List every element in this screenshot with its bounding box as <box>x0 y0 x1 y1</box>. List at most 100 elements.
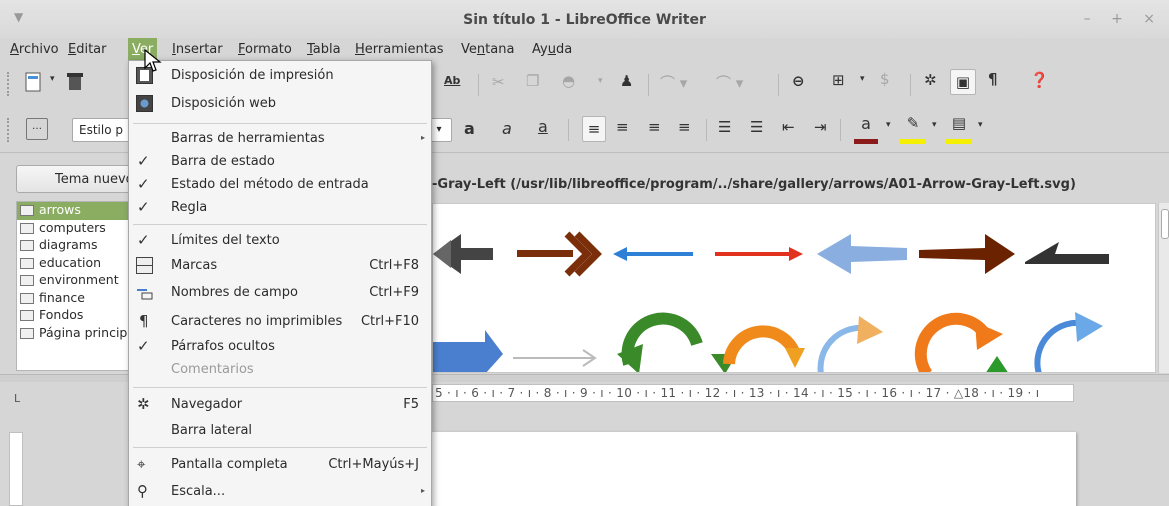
align-right-icon[interactable]: ≡ <box>648 118 661 136</box>
menu-status-bar[interactable]: ✓ Barra de estado <box>129 151 431 173</box>
menu-tabla[interactable]: Tabla <box>307 42 341 57</box>
menu-editar[interactable]: Editar <box>68 42 107 57</box>
separator <box>568 119 569 141</box>
paste-icon[interactable]: ◓ <box>562 72 575 90</box>
arrow-gray-left-thumb[interactable] <box>433 234 493 274</box>
styles-dialog-icon[interactable]: … <box>26 118 48 140</box>
menu-text-boundaries[interactable]: ✓ Límites del texto <box>129 230 431 252</box>
menu-toolbars[interactable]: Barras de herramientas ▸ <box>129 128 431 150</box>
table-dropdown-icon[interactable]: ▾ <box>860 74 865 84</box>
numbering-icon[interactable]: ☰ <box>718 118 731 136</box>
menu-archivo[interactable]: Archivo <box>10 42 59 57</box>
templates-icon[interactable] <box>66 72 84 96</box>
draw-functions-icon[interactable]: ✲ <box>924 71 937 89</box>
gallery-toggle-icon[interactable]: ▣ <box>950 69 976 95</box>
document-page[interactable] <box>432 432 1076 506</box>
help-icon[interactable]: ❓ <box>1030 71 1049 89</box>
arrow-red-right-thumb[interactable] <box>715 247 803 261</box>
theme-item[interactable]: education <box>17 255 129 273</box>
formatting-marks-icon[interactable]: ¶ <box>988 70 998 88</box>
arrow-lightblue-left-thumb[interactable] <box>817 234 907 274</box>
paste-dropdown-icon[interactable]: ▾ <box>598 76 603 86</box>
hyperlink-icon[interactable]: ⊖ <box>792 72 805 90</box>
decrease-indent-icon[interactable]: ⇤ <box>782 118 795 136</box>
theme-item[interactable]: environment <box>17 272 129 290</box>
menu-herramientas[interactable]: Herramientas <box>355 42 444 57</box>
separator <box>778 74 779 96</box>
theme-item[interactable]: finance <box>17 290 129 308</box>
menu-insertar[interactable]: Insertar <box>172 42 223 57</box>
menu-formatting-marks[interactable]: ¶ Caracteres no imprimibles Ctrl+F10 <box>129 311 431 333</box>
arrow-orange-circular-thumb[interactable] <box>723 325 805 368</box>
undo-icon[interactable]: ⌒ ▾ <box>660 72 687 93</box>
arrow-dark-left-thumb[interactable] <box>1025 242 1109 264</box>
arrow-double-chevron-thumb[interactable] <box>517 231 602 277</box>
bullets-icon[interactable]: ☰ <box>750 118 763 136</box>
arrow-blue-block-thumb[interactable] <box>433 330 503 373</box>
toolbar-grip[interactable] <box>7 118 9 142</box>
theme-item[interactable]: computers <box>17 220 129 238</box>
align-center-icon[interactable]: ≡ <box>616 118 629 136</box>
menu-input-method-status[interactable]: ✓ Estado del método de entrada <box>129 174 431 196</box>
insert-special-icon[interactable]: $ <box>880 70 890 88</box>
background-color-icon[interactable]: ▤ <box>946 114 972 144</box>
theme-item[interactable]: arrows <box>17 202 129 220</box>
highlight-icon[interactable]: ✎ <box>900 114 926 144</box>
copy-icon[interactable]: ❐ <box>526 72 539 90</box>
theme-item[interactable]: Página principal <box>17 325 129 343</box>
theme-item[interactable]: diagrams <box>17 237 129 255</box>
background-color-dropdown-icon[interactable]: ▾ <box>978 120 983 130</box>
menu-rulers[interactable]: ✓ Regla <box>129 197 431 219</box>
increase-indent-icon[interactable]: ⇥ <box>814 118 827 136</box>
menu-ayuda[interactable]: Ayuda <box>532 42 572 57</box>
justify-icon[interactable]: ≡ <box>678 118 691 136</box>
menu-sidebar[interactable]: Barra lateral <box>129 420 431 442</box>
cut-icon[interactable]: ✂ <box>492 73 505 91</box>
menu-comments: Comentarios <box>171 362 254 377</box>
new-dropdown-icon[interactable]: ▾ <box>50 74 55 84</box>
new-document-icon[interactable] <box>24 72 42 96</box>
theme-item[interactable]: Fondos <box>17 307 129 325</box>
gallery-preview[interactable] <box>432 203 1156 373</box>
menu-hidden-paragraphs[interactable]: ✓ Párrafos ocultos <box>129 336 431 358</box>
arrow-outline-right-thumb[interactable] <box>513 349 597 367</box>
menu-field-names[interactable]: Nombres de campo Ctrl+F9 <box>129 282 431 304</box>
window-controls[interactable]: – + × <box>1084 11 1163 27</box>
bold-icon[interactable]: a <box>464 119 475 138</box>
spellcheck-icon[interactable]: Ab <box>444 74 460 87</box>
font-color-icon[interactable]: a <box>854 114 878 144</box>
underline-icon[interactable]: a <box>538 117 548 136</box>
menu-formato[interactable]: Formato <box>238 42 292 57</box>
arrow-blue-curve-thumb[interactable] <box>1034 312 1103 373</box>
vertical-ruler[interactable] <box>9 432 23 506</box>
menu-ventana[interactable]: Ventana <box>461 42 514 57</box>
menu-marks[interactable]: Marcas Ctrl+F8 <box>129 255 431 277</box>
menu-full-screen[interactable]: ⌖ Pantalla completa Ctrl+Mayús+J <box>129 454 431 476</box>
gallery-scrollbar[interactable] <box>1158 203 1169 373</box>
arrow-orange-green-thumb[interactable] <box>914 312 1009 373</box>
font-color-dropdown-icon[interactable]: ▾ <box>886 120 891 130</box>
horizontal-ruler[interactable]: 5 · ı · 6 · ı · 7 · ı · 8 · ı · 9 · ı · … <box>432 384 1074 402</box>
theme-list[interactable]: arrows computers diagrams education envi… <box>16 201 130 371</box>
scrollbar-thumb[interactable] <box>1161 209 1169 239</box>
menu-zoom[interactable]: ⚲ Escala... ▸ <box>129 481 431 503</box>
toolbar-grip[interactable] <box>7 72 9 96</box>
arrow-brown-right-thumb[interactable] <box>919 234 1015 274</box>
clone-formatting-icon[interactable]: ♟ <box>620 72 633 90</box>
menu-navigator[interactable]: ✲ Navegador F5 <box>129 394 431 416</box>
gallery-thumbnails[interactable] <box>433 204 1156 373</box>
table-icon[interactable]: ⊞ <box>832 71 845 89</box>
menu-web-layout[interactable]: Disposición web <box>129 93 431 115</box>
tab-stop-selector[interactable]: L <box>14 392 20 405</box>
arrow-green-circular-thumb[interactable] <box>617 312 737 373</box>
new-theme-button[interactable]: Tema nuevo... <box>16 165 132 193</box>
view-menu-dropdown: Disposición de impresión Disposición web… <box>128 60 432 506</box>
redo-icon[interactable]: ⌒ ▾ <box>716 72 743 93</box>
arrow-lightblue-curve-thumb[interactable] <box>817 316 883 373</box>
highlight-dropdown-icon[interactable]: ▾ <box>932 120 937 130</box>
align-left-icon[interactable]: ≡ <box>582 116 606 142</box>
italic-icon[interactable]: a <box>502 119 512 138</box>
check-icon: ✓ <box>137 337 150 355</box>
menu-print-layout[interactable]: Disposición de impresión <box>129 65 431 87</box>
arrow-blue-left-thumb[interactable] <box>613 247 693 261</box>
